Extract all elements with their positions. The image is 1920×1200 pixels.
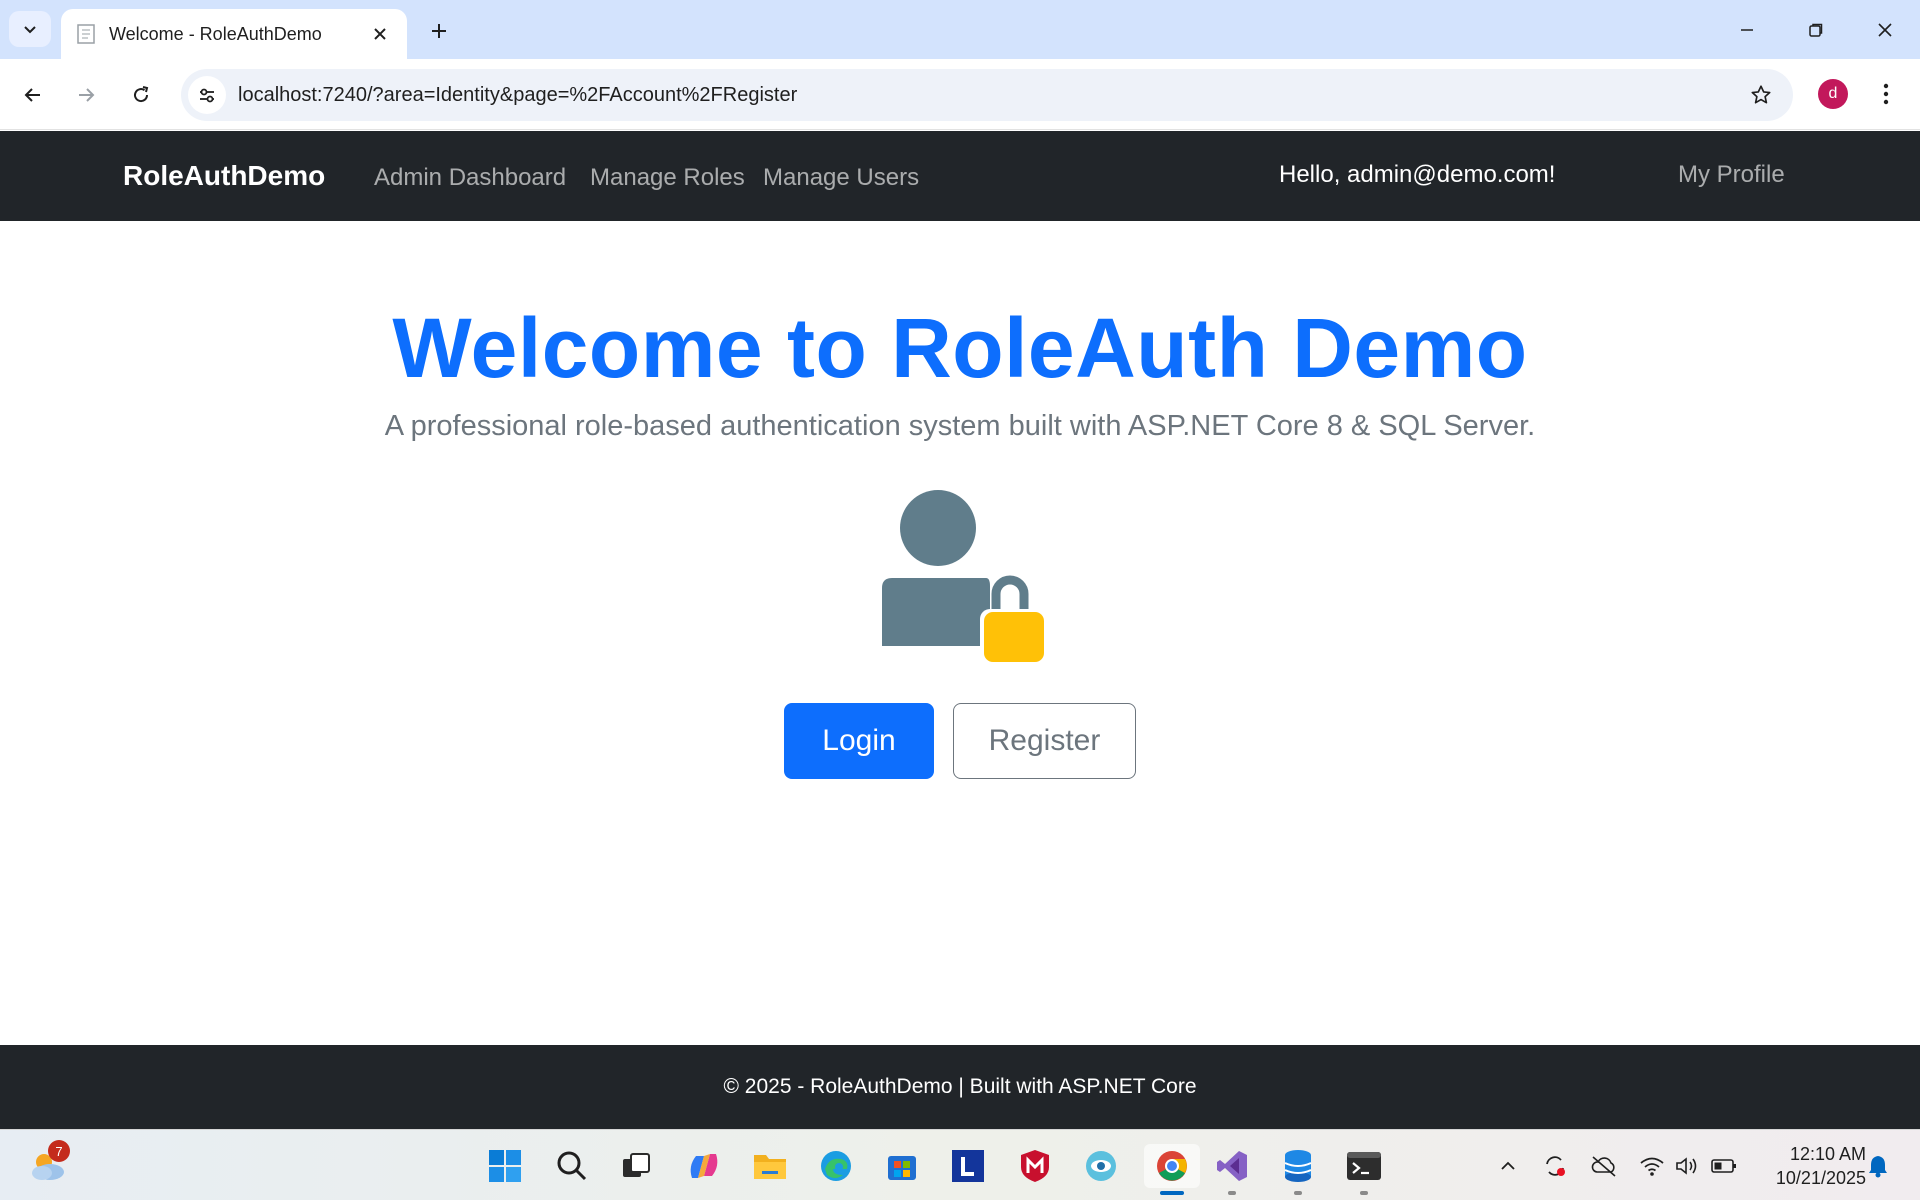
nav-link-my-profile[interactable]: My Profile [1678, 161, 1785, 189]
footer-text: © 2025 - RoleAuthDemo | Built with ASP.N… [723, 1075, 1197, 1098]
edge-icon[interactable] [814, 1144, 858, 1188]
eye-app-icon[interactable] [1079, 1144, 1123, 1188]
system-clock[interactable]: 12:10 AM 10/21/2025 [1756, 1142, 1866, 1190]
site-navbar: RoleAuthDemo Admin Dashboard Manage Role… [0, 131, 1920, 221]
close-window-button[interactable] [1861, 12, 1909, 48]
navbar-brand[interactable]: RoleAuthDemo [123, 160, 325, 192]
browser-tab[interactable]: Welcome - RoleAuthDemo [61, 9, 407, 59]
new-tab-button[interactable] [422, 14, 456, 48]
terminal-icon[interactable] [1342, 1144, 1386, 1195]
back-button[interactable] [14, 76, 52, 114]
weather-badge: 7 [48, 1140, 70, 1162]
l-app-icon[interactable] [946, 1144, 990, 1188]
reload-button[interactable] [122, 76, 160, 114]
taskbar: 7 12:10 AM 10/21/2025 [0, 1129, 1920, 1200]
user-lock-icon [868, 490, 1052, 666]
site-footer: © 2025 - RoleAuthDemo | Built with ASP.N… [0, 1045, 1920, 1129]
chevron-up-icon[interactable] [1494, 1152, 1522, 1180]
user-greeting: Hello, admin@demo.com! [1279, 161, 1556, 188]
plus-icon [432, 24, 446, 38]
page-title: Welcome to RoleAuth Demo [392, 301, 1528, 395]
reload-icon [134, 86, 149, 103]
nav-link-admin-dashboard[interactable]: Admin Dashboard [374, 164, 566, 192]
chrome-icon[interactable] [1144, 1144, 1200, 1195]
browser-tabstrip: Welcome - RoleAuthDemo [0, 0, 1920, 59]
minimize-icon [1741, 29, 1753, 31]
wifi-icon[interactable] [1638, 1152, 1666, 1180]
url-text[interactable]: localhost:7240/?area=Identity&page=%2FAc… [238, 84, 1741, 107]
close-tab-icon[interactable] [367, 21, 393, 47]
notification-bell-icon[interactable] [1864, 1152, 1892, 1180]
arrow-right-icon [79, 88, 95, 102]
register-button[interactable]: Register [953, 703, 1136, 779]
clock-time: 12:10 AM [1789, 1144, 1866, 1164]
page-subtitle: A professional role-based authentication… [384, 410, 1536, 442]
tab-search-button[interactable] [9, 11, 51, 47]
profile-avatar[interactable]: d [1818, 79, 1848, 109]
nav-link-manage-roles[interactable]: Manage Roles [590, 164, 745, 192]
close-icon [1878, 23, 1892, 37]
tab-title: Welcome - RoleAuthDemo [109, 23, 322, 44]
copilot-icon[interactable] [682, 1144, 726, 1188]
browser-toolbar: localhost:7240/?area=Identity&page=%2FAc… [0, 59, 1920, 130]
bookmark-star-icon[interactable] [1741, 75, 1781, 115]
restore-button[interactable] [1792, 12, 1840, 48]
file-explorer-icon[interactable] [748, 1144, 792, 1188]
sync-icon[interactable] [1541, 1152, 1569, 1180]
start-icon[interactable] [483, 1144, 527, 1188]
clock-date: 10/21/2025 [1775, 1168, 1866, 1188]
nav-link-manage-users[interactable]: Manage Users [763, 164, 919, 192]
database-app-icon[interactable] [1276, 1144, 1320, 1195]
volume-icon[interactable] [1674, 1152, 1702, 1180]
forward-button[interactable] [67, 76, 105, 114]
login-button[interactable]: Login [784, 703, 934, 779]
battery-icon[interactable] [1710, 1152, 1738, 1180]
chevron-down-icon [24, 26, 36, 34]
mcafee-icon[interactable] [1013, 1144, 1057, 1188]
browser-menu-icon[interactable] [1872, 75, 1900, 113]
cloud-off-icon[interactable] [1590, 1152, 1618, 1180]
site-info-button[interactable] [188, 76, 226, 114]
visual-studio-icon[interactable] [1210, 1144, 1254, 1195]
minimize-button[interactable] [1723, 12, 1771, 48]
task-view-icon[interactable] [614, 1144, 658, 1188]
store-icon[interactable] [880, 1144, 924, 1188]
page-favicon-icon [75, 23, 97, 45]
search-icon[interactable] [550, 1144, 594, 1188]
address-bar[interactable]: localhost:7240/?area=Identity&page=%2FAc… [181, 69, 1793, 121]
arrow-left-icon [24, 88, 40, 102]
restore-icon [1809, 23, 1823, 37]
tune-icon [200, 88, 214, 103]
